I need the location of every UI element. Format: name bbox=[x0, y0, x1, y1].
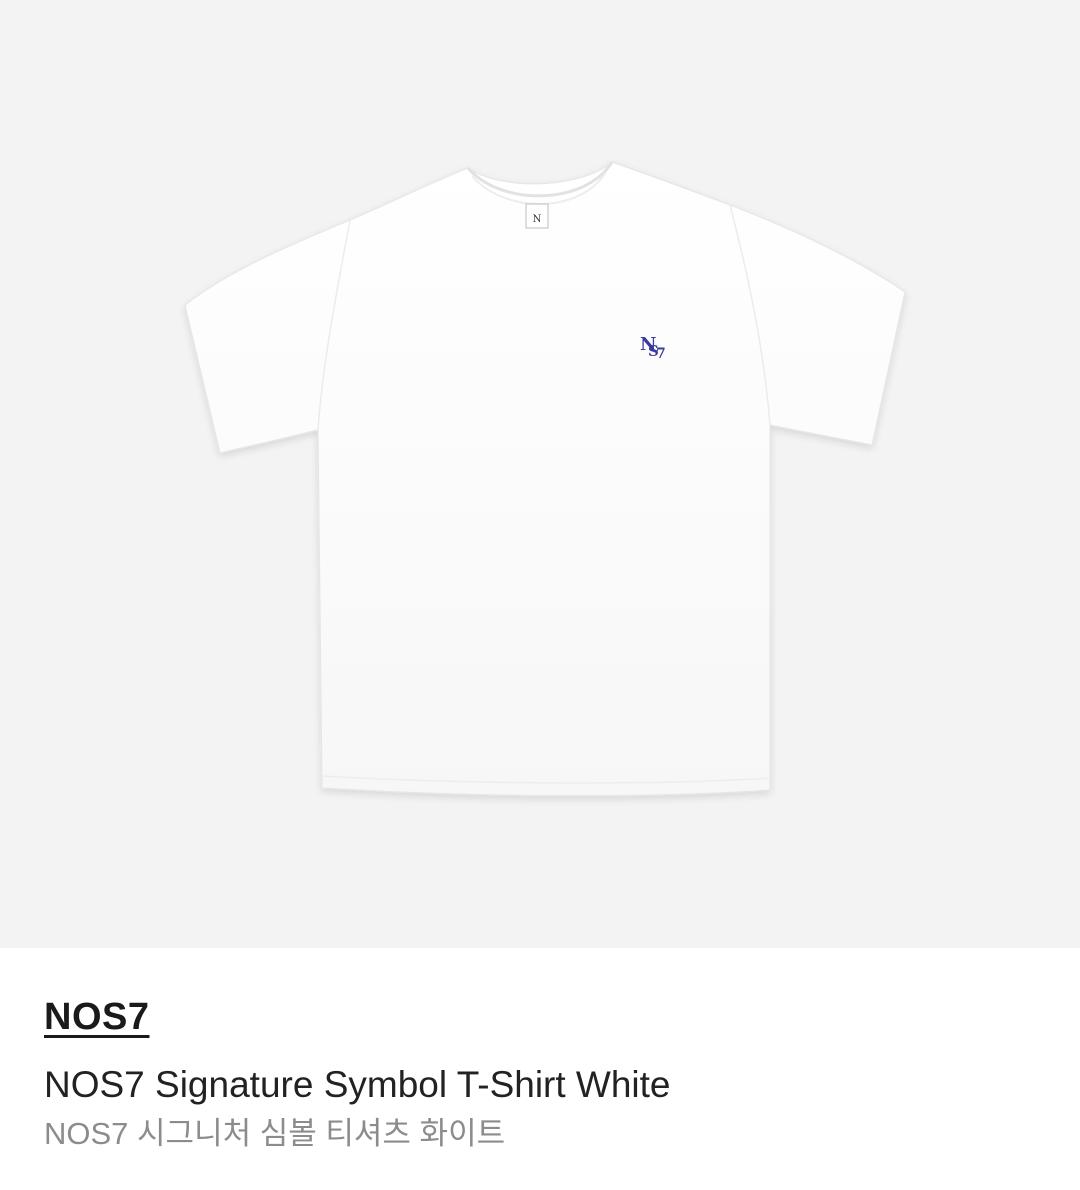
product-info: NOS7 NOS7 Signature Symbol T-Shirt White… bbox=[44, 990, 1044, 1156]
product-image[interactable]: N N S 7 bbox=[0, 0, 1080, 948]
product-name-korean: NOS7 시그니처 심볼 티셔츠 화이트 bbox=[44, 1116, 506, 1151]
brand-link[interactable]: NOS7 bbox=[44, 990, 149, 1044]
svg-text:N: N bbox=[533, 214, 542, 225]
product-page: N N S 7 NOS7 NOS7 Signature Symbol T-Shi… bbox=[0, 0, 1080, 1190]
product-name-english: NOS7 Signature Symbol T-Shirt White bbox=[44, 1064, 671, 1105]
svg-text:7: 7 bbox=[656, 346, 666, 362]
t-shirt-icon: N N S 7 bbox=[184, 161, 906, 797]
t-shirt-body bbox=[184, 161, 906, 797]
